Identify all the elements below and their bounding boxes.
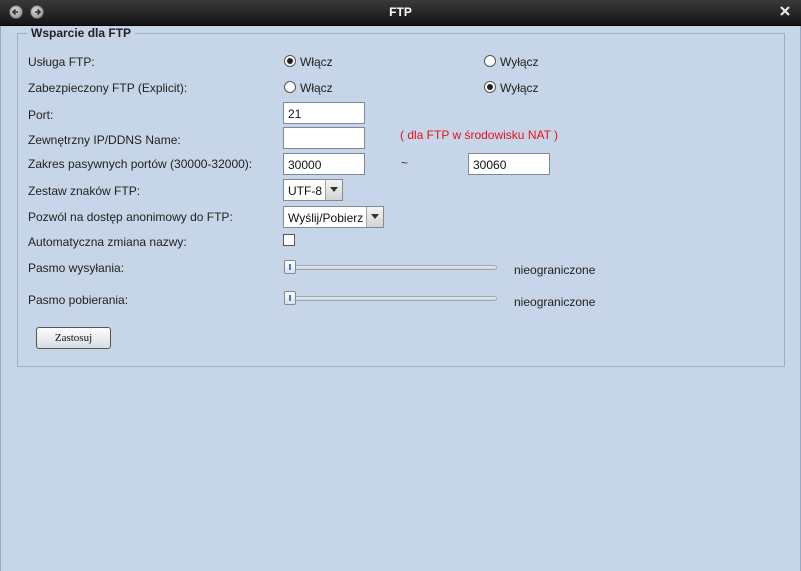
secure-ftp-off-label: Wyłącz [500, 81, 539, 95]
anonymous-label: Pozwól na dostęp anonimowy do FTP: [28, 210, 233, 224]
external-ip-label: Zewnętrzny IP/DDNS Name: [28, 133, 181, 147]
download-bandwidth-track[interactable] [285, 296, 497, 301]
port-range-separator: ~ [401, 156, 409, 170]
external-ip-input[interactable] [283, 127, 365, 149]
auto-rename-label: Automatyczna zmiana nazwy: [28, 235, 187, 249]
passive-port-end-input[interactable]: 30060 [468, 153, 550, 175]
chevron-down-icon[interactable] [325, 180, 342, 200]
anonymous-select[interactable]: Wyślij/Pobierz [283, 206, 384, 228]
passive-ports-label: Zakres pasywnych portów (30000-32000): [28, 157, 253, 171]
charset-label: Zestaw znaków FTP: [28, 184, 141, 198]
nat-note: ( dla FTP w środowisku NAT ) [400, 128, 559, 142]
ftp-service-on-label: Włącz [300, 55, 333, 69]
download-bandwidth-status: nieograniczone [514, 295, 596, 309]
anonymous-value: Wyślij/Pobierz [288, 211, 364, 225]
charset-select[interactable]: UTF-8 [283, 179, 343, 201]
apply-button[interactable]: Zastosuj [36, 327, 111, 349]
secure-ftp-on-radio[interactable] [284, 81, 296, 93]
upload-bandwidth-slider[interactable] [284, 260, 296, 274]
port-input[interactable]: 21 [283, 102, 365, 124]
port-label: Port: [28, 108, 54, 122]
ftp-service-off-radio[interactable] [484, 55, 496, 67]
secure-ftp-on-label: Włącz [300, 81, 333, 95]
download-bandwidth-label: Pasmo pobierania: [28, 293, 129, 307]
upload-bandwidth-track[interactable] [285, 265, 497, 270]
ftp-service-on-radio[interactable] [284, 55, 296, 67]
download-bandwidth-slider[interactable] [284, 291, 296, 305]
auto-rename-checkbox[interactable] [283, 234, 295, 246]
dialog-content: Wsparcie dla FTP Usługa FTP: Włącz Wyłąc… [0, 26, 801, 571]
passive-port-start-input[interactable]: 30000 [283, 153, 365, 175]
chevron-down-icon[interactable] [366, 207, 383, 227]
ftp-service-off-label: Wyłącz [500, 55, 539, 69]
window-titlebar: FTP [0, 0, 801, 26]
secure-ftp-label: Zabezpieczony FTP (Explicit): [28, 81, 188, 95]
group-legend: Wsparcie dla FTP [27, 26, 136, 40]
upload-bandwidth-status: nieograniczone [514, 263, 596, 277]
secure-ftp-off-radio[interactable] [484, 81, 496, 93]
close-icon[interactable] [778, 4, 792, 18]
upload-bandwidth-label: Pasmo wysyłania: [28, 261, 125, 275]
charset-value: UTF-8 [288, 184, 322, 198]
ftp-service-label: Usługa FTP: [28, 55, 95, 69]
window-title: FTP [389, 5, 412, 19]
